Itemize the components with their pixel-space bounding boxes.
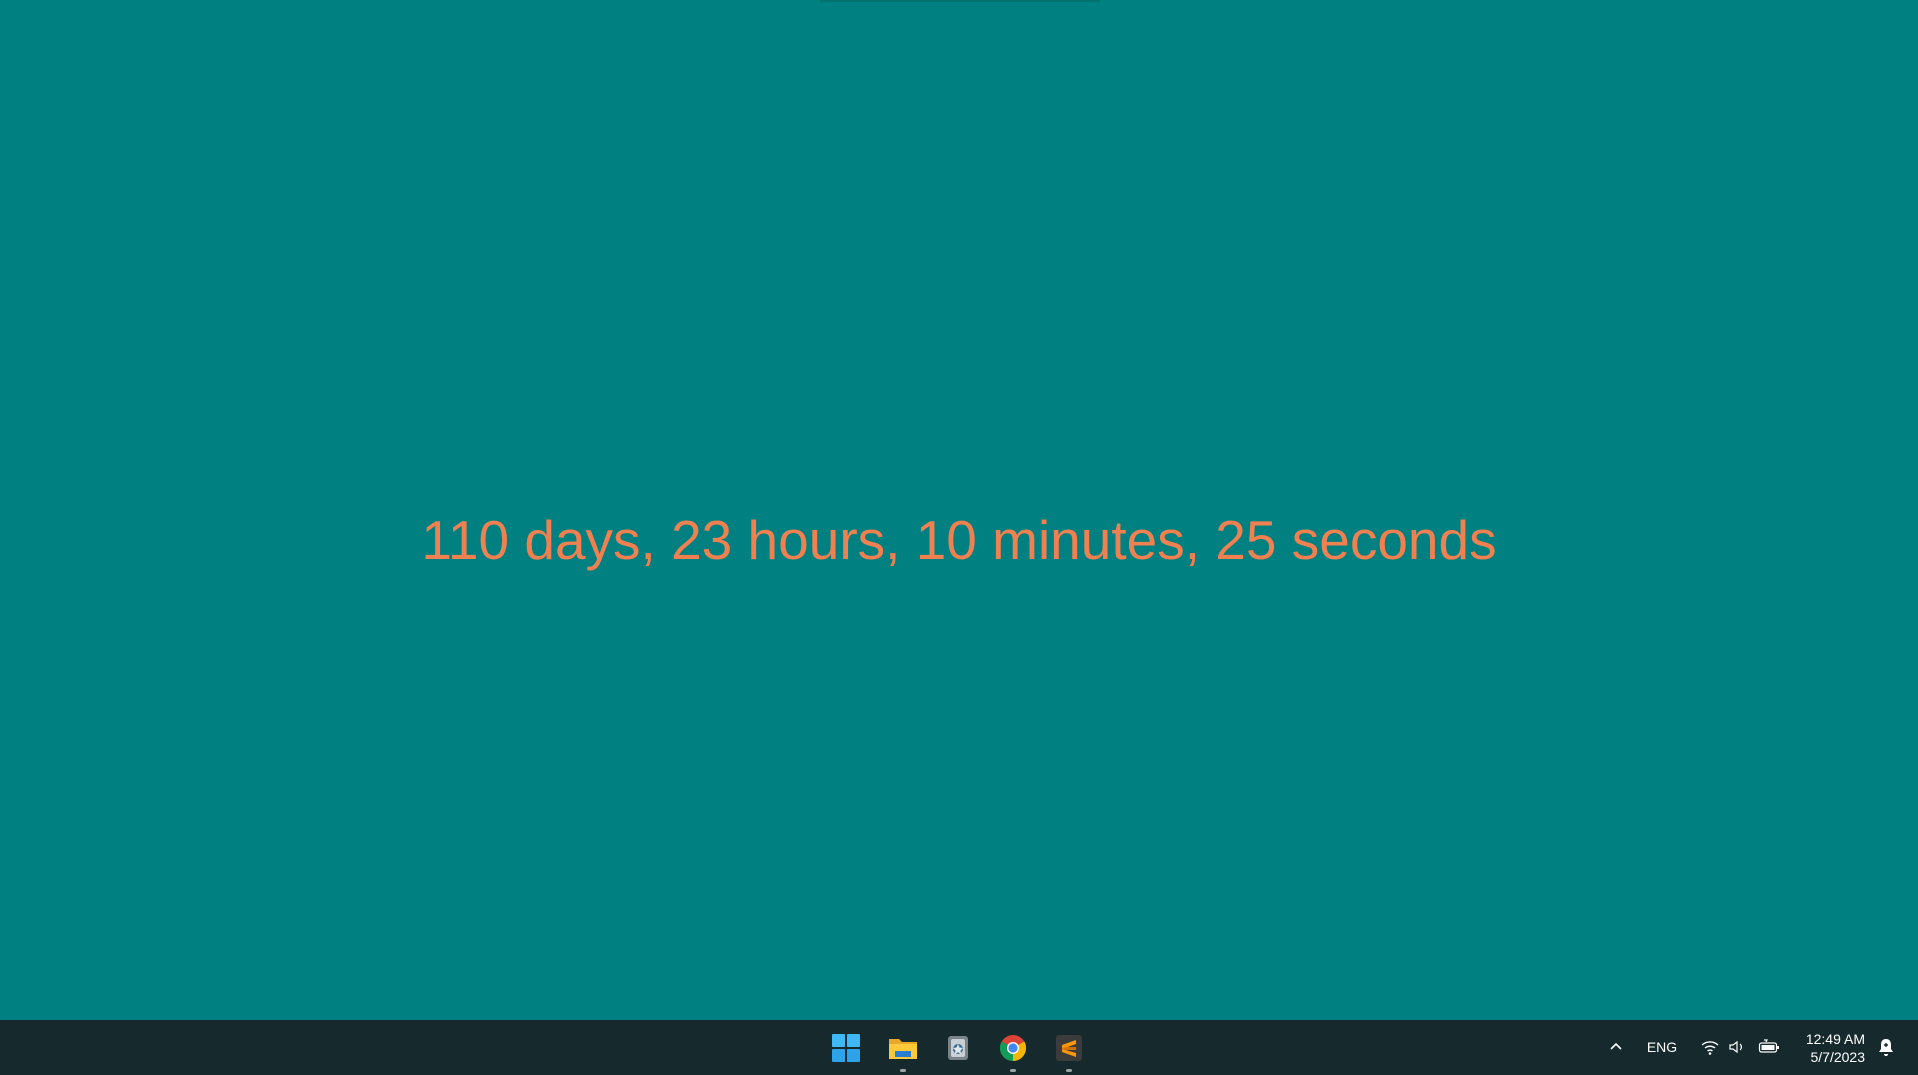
sublime-text-button[interactable] <box>1049 1028 1089 1072</box>
wifi-icon <box>1701 1041 1719 1055</box>
chrome-icon <box>999 1035 1027 1062</box>
running-indicator <box>900 1069 906 1072</box>
speaker-icon <box>1729 1040 1742 1054</box>
windows-logo-icon <box>832 1034 860 1062</box>
chevron-up-icon <box>1610 1042 1622 1050</box>
language-indicator[interactable]: ENG <box>1645 1035 1679 1059</box>
battery-button[interactable] <box>1756 1035 1782 1059</box>
show-hidden-icons-button[interactable] <box>1604 1034 1628 1058</box>
countdown-text: 110 days, 23 hours, 10 minutes, 25 secon… <box>421 509 1497 571</box>
screen: 110 days, 23 hours, 10 minutes, 25 secon… <box>0 0 1918 1075</box>
taskbar: ENG 12:49 AM 5/7/2023 <box>0 1020 1918 1075</box>
clock-button[interactable]: 12:49 AM 5/7/2023 <box>1806 1030 1865 1066</box>
notepad-app-button[interactable] <box>938 1028 978 1068</box>
battery-icon <box>1758 1039 1779 1053</box>
folder-icon <box>889 1039 917 1059</box>
notepad-app-icon <box>948 1036 968 1060</box>
file-explorer-button[interactable] <box>883 1028 923 1072</box>
window-edge-shadow <box>820 0 1100 2</box>
chrome-button[interactable] <box>993 1028 1033 1072</box>
volume-button[interactable] <box>1725 1035 1749 1059</box>
running-indicator <box>1066 1069 1072 1072</box>
start-button[interactable] <box>826 1028 866 1068</box>
running-indicator <box>1010 1069 1016 1072</box>
sublime-text-icon <box>1056 1035 1082 1061</box>
clock-date: 5/7/2023 <box>1810 1049 1866 1065</box>
clock-time: 12:49 AM <box>1805 1031 1865 1047</box>
network-button[interactable] <box>1698 1035 1722 1059</box>
notification-bell-icon <box>1879 1039 1893 1056</box>
desktop[interactable]: 110 days, 23 hours, 10 minutes, 25 secon… <box>0 0 1918 1020</box>
notifications-button[interactable] <box>1874 1035 1898 1059</box>
